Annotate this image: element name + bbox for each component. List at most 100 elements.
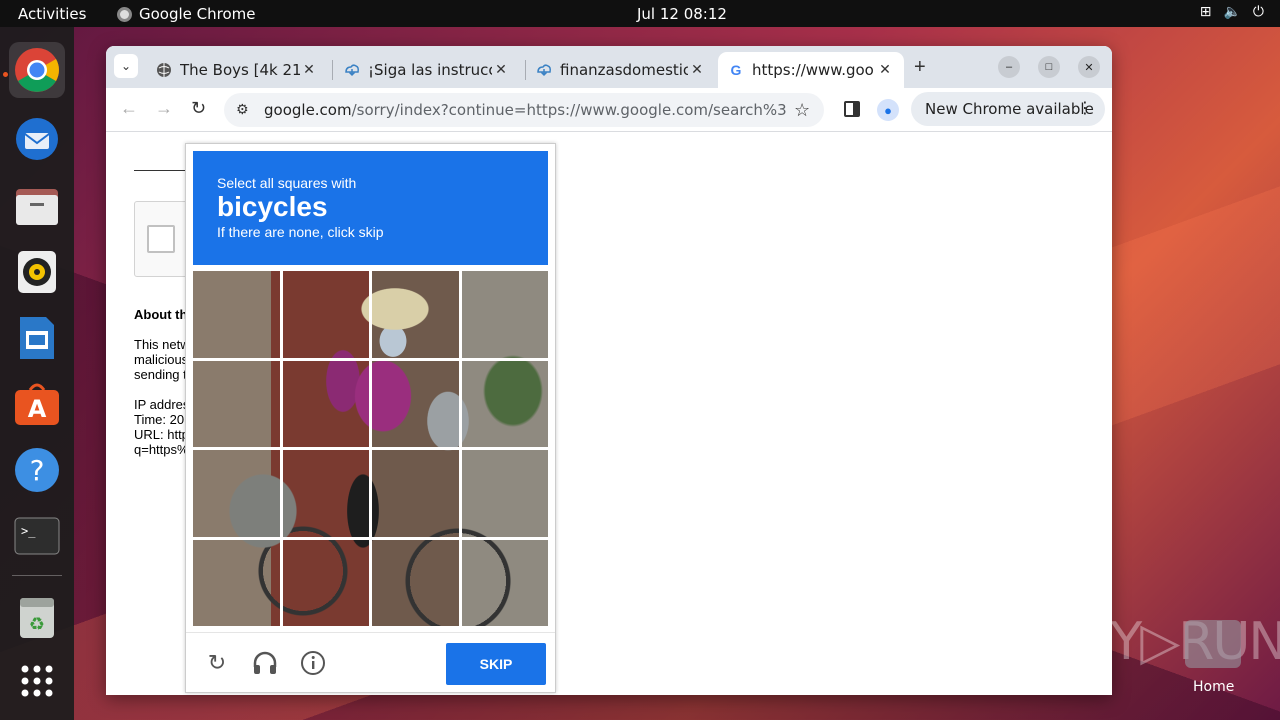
forward-button[interactable]: → (155, 98, 173, 119)
captcha-tile[interactable] (372, 539, 459, 626)
update-label: New Chrome available (925, 100, 1094, 118)
skip-button[interactable]: SKIP (446, 643, 546, 685)
captcha-tile[interactable] (193, 271, 280, 358)
system-tray[interactable]: ⊞ 🔈 ⏻ (1200, 4, 1264, 20)
google-icon: G (728, 62, 744, 78)
svg-text:A: A (28, 395, 47, 423)
address-bar[interactable]: ⚙ google.com/sorry/index?continue=https:… (224, 93, 824, 127)
captcha-tile-image (372, 450, 459, 537)
dock-terminal[interactable]: >_ (9, 508, 65, 564)
reload-button[interactable]: ↻ (191, 98, 206, 119)
svg-text:G: G (731, 62, 742, 78)
tab-the-boys[interactable]: The Boys [4k 2160 ✕ (146, 52, 328, 88)
meta-line: Time: 20 (134, 412, 185, 427)
dock-files[interactable] (9, 178, 65, 234)
dock-separator (12, 575, 62, 576)
captcha-tile-image (282, 450, 369, 537)
captcha-tile-image (461, 450, 548, 537)
info-icon[interactable] (300, 650, 326, 676)
captcha-target: bicycles (217, 191, 328, 222)
arrow-right-icon: → (155, 98, 173, 118)
site-info-icon[interactable]: ⚙ (236, 102, 256, 118)
download-icon (344, 62, 360, 78)
dock-chrome[interactable] (9, 42, 65, 98)
trash-icon: ♻ (20, 598, 54, 638)
captcha-tile[interactable] (282, 360, 369, 447)
chrome-icon (15, 48, 59, 92)
close-icon[interactable]: ✕ (300, 62, 318, 78)
captcha-tile[interactable] (193, 450, 280, 537)
url-text[interactable]: google.com/sorry/index?continue=https://… (264, 101, 786, 119)
captcha-tile[interactable] (282, 539, 369, 626)
captcha-tile-image (372, 360, 459, 447)
close-icon[interactable]: ✕ (876, 62, 894, 78)
close-icon[interactable]: ✕ (688, 62, 706, 78)
bookmark-star-icon[interactable]: ☆ (794, 100, 810, 121)
dock-rhythmbox[interactable] (9, 244, 65, 300)
clock[interactable]: Jul 12 08:12 (637, 5, 727, 23)
captcha-tile[interactable] (461, 539, 548, 626)
captcha-tile[interactable] (372, 450, 459, 537)
captcha-tile[interactable] (461, 360, 548, 447)
chevron-down-icon: ⌄ (120, 59, 132, 73)
captcha-tile-image (372, 271, 459, 358)
home-label: Home (1193, 679, 1235, 695)
meta-line: q=https% (134, 442, 189, 457)
dock-help[interactable]: ? (9, 442, 65, 498)
captcha-tile[interactable] (193, 539, 280, 626)
kebab-menu-icon[interactable]: ⋮ (1077, 98, 1093, 117)
audio-challenge-icon[interactable] (252, 650, 278, 676)
dock-app-grid[interactable] (9, 653, 65, 709)
dock-trash[interactable]: ♻ (9, 590, 65, 646)
reload-icon: ↻ (191, 98, 207, 118)
rhythmbox-icon (18, 251, 56, 293)
app-menu[interactable]: Google Chrome (117, 5, 256, 23)
network-icon: ⊞ (1199, 4, 1212, 20)
captcha-tile[interactable] (372, 271, 459, 358)
back-button[interactable]: ← (120, 98, 138, 119)
new-tab-button[interactable]: + (914, 56, 926, 79)
tab-google-sorry[interactable]: G https://www.goo ✕ (718, 52, 904, 88)
chrome-small-icon (117, 6, 132, 22)
captcha-tile[interactable] (461, 271, 548, 358)
captcha-tile-image (282, 271, 369, 358)
captcha-tile[interactable] (282, 450, 369, 537)
recaptcha-checkbox[interactable] (147, 225, 175, 253)
activities-button[interactable]: Activities (18, 5, 86, 23)
captcha-tile-image (461, 360, 548, 447)
tab-search-button[interactable]: ⌄ (114, 54, 138, 78)
captcha-tile-image (461, 539, 548, 626)
side-panel-icon[interactable] (844, 101, 860, 117)
info-line: malicious (134, 352, 189, 367)
dock-thunderbird[interactable] (9, 111, 65, 167)
dock-software[interactable]: A (9, 376, 65, 432)
profile-avatar[interactable]: ● (877, 99, 899, 121)
captcha-tile[interactable] (193, 360, 280, 447)
info-line: sending t (134, 367, 187, 382)
about-heading: About th (134, 307, 188, 322)
svg-text:?: ? (30, 454, 45, 487)
writer-icon (20, 317, 54, 359)
captcha-instruction: Select all squares with (217, 175, 357, 191)
captcha-tile[interactable] (372, 360, 459, 447)
close-icon[interactable]: ✕ (492, 62, 510, 78)
update-chrome-button[interactable]: New Chrome available ⋮ (911, 92, 1105, 126)
dock-writer[interactable] (9, 310, 65, 366)
captcha-tile-image (193, 450, 280, 537)
reload-challenge-icon[interactable]: ↻ (204, 650, 230, 676)
captcha-tile[interactable] (282, 271, 369, 358)
captcha-tile[interactable] (461, 450, 548, 537)
tab-siga[interactable]: ¡Siga las instrucci ✕ (334, 52, 520, 88)
software-icon: A (15, 383, 59, 425)
maximize-button[interactable]: □ (1038, 56, 1060, 78)
download-icon (536, 62, 552, 78)
tab-title: ¡Siga las instrucci (368, 61, 492, 79)
captcha-challenge: Select all squares with bicycles If ther… (185, 143, 556, 693)
close-window-button[interactable]: ✕ (1078, 56, 1100, 78)
minimize-button[interactable]: – (998, 56, 1020, 78)
captcha-tile-image (193, 539, 280, 626)
home-folder-icon[interactable] (1185, 620, 1241, 668)
meta-line: IP addres (134, 397, 189, 412)
tab-finanzas[interactable]: finanzasdomestic ✕ (526, 52, 716, 88)
svg-text:>_: >_ (21, 524, 36, 538)
